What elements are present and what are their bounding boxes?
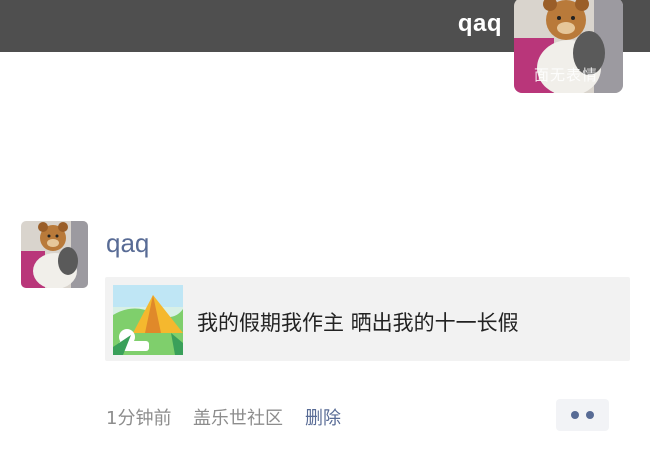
bear-doll-avatar-icon [21,221,88,288]
delete-button[interactable]: 删除 [305,404,341,430]
profile-name: qaq [457,10,502,37]
post-author-avatar[interactable] [21,221,88,288]
shared-link-card[interactable]: 我的假期我作主 晒出我的十一长假 [105,277,630,361]
camping-tent-illustration-icon [113,285,183,355]
post-author-name[interactable]: qaq [106,228,149,259]
dot-left [571,411,579,419]
dot-right [586,411,594,419]
post-source-link[interactable]: 盖乐世社区 [193,404,283,430]
profile-avatar[interactable]: 面无表情 [514,0,623,93]
shared-link-title: 我的假期我作主 晒出我的十一长假 [197,311,519,335]
shared-link-thumbnail [113,285,183,355]
avatar-watermark: 面无表情 [534,66,599,84]
more-actions-button[interactable] [556,399,609,431]
post-timestamp: 1分钟前 [106,408,172,429]
